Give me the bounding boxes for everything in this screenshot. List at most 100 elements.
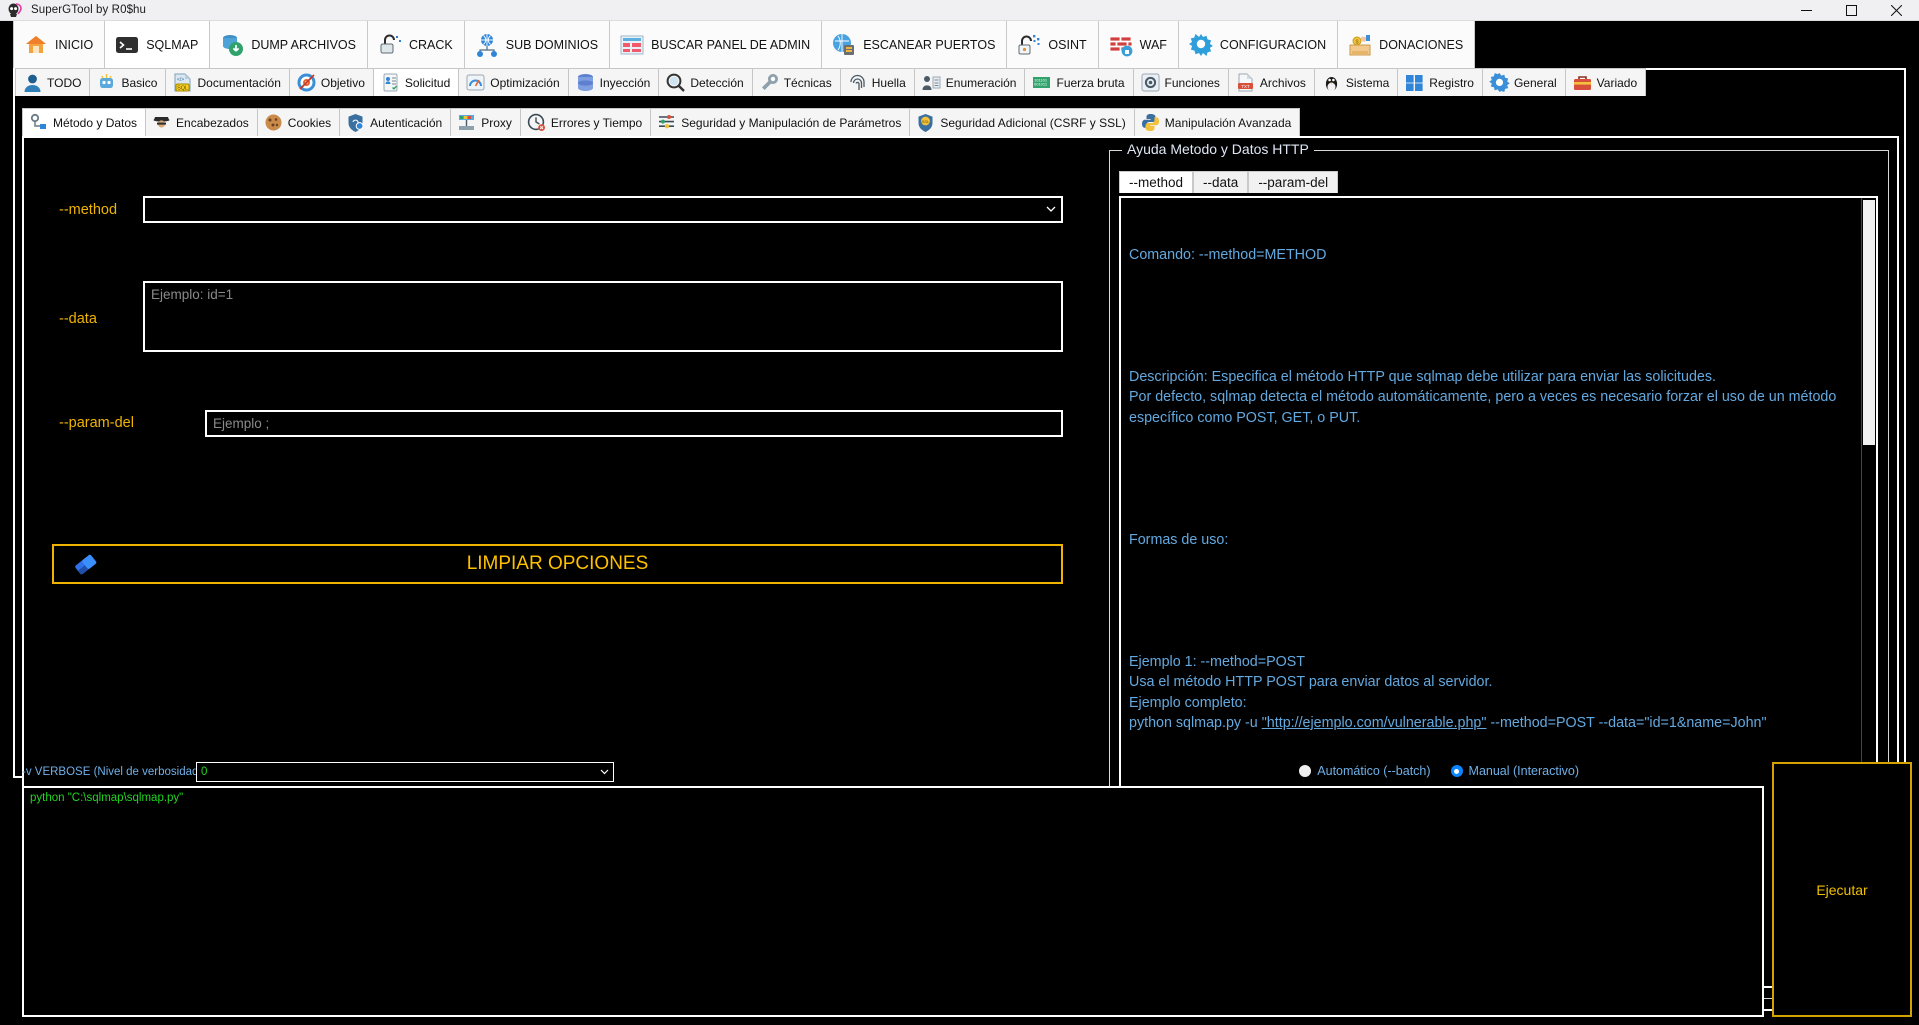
ribbon-item-escanear-puertos[interactable]: ESCANEAR PUERTOS xyxy=(822,21,1008,68)
python-icon xyxy=(1141,113,1160,132)
tab-registro[interactable]: Registro xyxy=(1398,68,1483,96)
subtab-autenticacion[interactable]: Autenticación xyxy=(340,108,452,136)
tab-variado[interactable]: Variado xyxy=(1565,68,1647,96)
svg-text:</>: </> xyxy=(177,77,184,83)
execute-button[interactable]: Ejecutar xyxy=(1772,762,1912,1017)
data-textarea[interactable]: Ejemplo: id=1 xyxy=(143,281,1063,352)
functions-gear-icon xyxy=(1140,72,1161,93)
subtab-label: Autenticación xyxy=(370,115,443,130)
subtab-proxy[interactable]: Proxy xyxy=(451,108,521,136)
minimize-icon[interactable] xyxy=(1784,0,1829,21)
tab-solicitud[interactable]: Solicitud xyxy=(373,68,460,96)
ribbon-item-dump-archivos[interactable]: DUMP ARCHIVOS xyxy=(210,21,368,68)
tab-funciones[interactable]: Funciones xyxy=(1133,68,1229,96)
ribbon-item-donaciones[interactable]: $ DONACIONES xyxy=(1338,21,1476,68)
help-tab-data[interactable]: --data xyxy=(1193,171,1249,193)
param-del-input[interactable]: Ejemplo ; xyxy=(205,410,1063,437)
tab-todo[interactable]: TODO xyxy=(15,68,91,96)
chevron-down-icon[interactable] xyxy=(1041,198,1061,221)
method-select[interactable] xyxy=(143,196,1063,223)
ribbon-item-waf[interactable]: WAF xyxy=(1098,21,1179,68)
method-data-icon xyxy=(29,113,48,132)
unlock-icon xyxy=(377,32,403,58)
verbose-select[interactable]: 0 xyxy=(196,762,614,782)
tab-label: Registro xyxy=(1429,75,1474,90)
tab-deteccion[interactable]: Detección xyxy=(659,68,753,96)
tab-huella[interactable]: Huella xyxy=(840,68,915,96)
method-label: --method xyxy=(59,202,118,218)
subtab-label: Errores y Tiempo xyxy=(550,115,643,130)
subtab-metodo-y-datos[interactable]: Método y Datos xyxy=(22,108,147,136)
tab-basico[interactable]: Basico xyxy=(90,68,167,96)
subtab-seguridad-parametros[interactable]: Seguridad y Manipulación de Parámetros xyxy=(651,108,911,136)
tab-label: Solicitud xyxy=(404,75,451,90)
tab-label: Objetivo xyxy=(320,75,365,90)
linux-penguin-icon xyxy=(1321,72,1342,93)
ribbon-label: DONACIONES xyxy=(1379,37,1464,52)
subtab-encabezados[interactable]: Encabezados xyxy=(146,108,258,136)
shield-fingerprint-icon xyxy=(346,113,365,132)
ribbon-label: ESCANEAR PUERTOS xyxy=(863,37,996,52)
osint-lock-icon xyxy=(1016,32,1042,58)
svg-text:TXT: TXT xyxy=(1241,84,1250,89)
param-del-label: --param-del xyxy=(59,415,134,431)
tab-tecnicas[interactable]: Técnicas xyxy=(752,68,841,96)
ribbon-item-buscar-panel-admin[interactable]: BUSCAR PANEL DE ADMIN xyxy=(610,21,823,68)
data-label: --data xyxy=(59,311,97,327)
app-skull-icon xyxy=(7,3,25,17)
radio-automatico[interactable]: Automático (--batch) xyxy=(1299,764,1431,778)
tab-label: Huella xyxy=(871,75,906,90)
tab-fuerza-bruta[interactable]: 101101 001011 Fuerza bruta xyxy=(1025,68,1134,96)
tab-documentacion[interactable]: </> SQL Documentación xyxy=(166,68,290,96)
radio-dot-automatico[interactable] xyxy=(1299,765,1312,777)
clear-options-button[interactable]: LIMPIAR OPCIONES xyxy=(52,544,1063,584)
verbose-row: -v VERBOSE (Nivel de verbosidad: 1-6): 0… xyxy=(22,762,1899,786)
help-gap-1 xyxy=(1129,306,1853,326)
ribbon-item-crack[interactable]: CRACK xyxy=(367,21,465,68)
radio-label-manual: Manual (Interactivo) xyxy=(1468,764,1579,778)
tab-label: Variado xyxy=(1596,75,1638,90)
help-scrollbar-thumb[interactable] xyxy=(1863,200,1875,445)
console-output[interactable]: python "C:\sqlmap\sqlmap.py" xyxy=(22,786,1764,1017)
ribbon-item-osint[interactable]: OSINT xyxy=(1007,21,1099,68)
svg-text:$: $ xyxy=(1356,39,1359,45)
radio-manual[interactable]: Manual (Interactivo) xyxy=(1450,764,1579,778)
tab-inyeccion[interactable]: Inyección xyxy=(568,68,660,96)
help-tab-param-del[interactable]: --param-del xyxy=(1248,171,1339,193)
file-icon: TXT xyxy=(1235,72,1256,93)
proxy-server-icon xyxy=(457,113,476,132)
ribbon-label: WAF xyxy=(1139,37,1167,52)
ribbon-item-sub-dominios[interactable]: SUB DOMINIOS xyxy=(464,21,611,68)
subtab-label: Cookies xyxy=(287,115,332,130)
tab-archivos[interactable]: TXT Archivos xyxy=(1228,68,1315,96)
help-example-link[interactable]: "http://ejemplo.com/vulnerable.php" xyxy=(1262,715,1487,731)
ribbon-item-sqlmap[interactable]: SQLMAP xyxy=(105,21,211,68)
clock-error-icon xyxy=(527,113,546,132)
subtab-cookies[interactable]: Cookies xyxy=(257,108,341,136)
target-icon xyxy=(296,72,317,93)
ribbon-label: CONFIGURACION xyxy=(1219,37,1327,52)
tab-label: Enumeración xyxy=(945,75,1017,90)
gear-icon xyxy=(1188,32,1214,58)
tab-general[interactable]: General xyxy=(1482,68,1566,96)
radio-dot-manual[interactable] xyxy=(1450,765,1463,777)
tab-label: Fuerza bruta xyxy=(1056,75,1125,90)
tab-sistema[interactable]: Sistema xyxy=(1314,68,1399,96)
help-tab-method[interactable]: --method xyxy=(1119,171,1194,193)
subtab-errores-y-tiempo[interactable]: Errores y Tiempo xyxy=(520,108,652,136)
module-tabs: TODO Basico </> SQL Documentación Objeti… xyxy=(15,68,1906,96)
tab-label: Técnicas xyxy=(783,75,832,90)
request-form-icon xyxy=(380,72,401,93)
chevron-down-icon[interactable] xyxy=(595,769,613,775)
subtab-manipulacion-avanzada[interactable]: Manipulación Avanzada xyxy=(1134,108,1301,136)
maximize-icon[interactable] xyxy=(1829,0,1874,21)
subtab-seguridad-adicional[interactable]: SSL Seguridad Adicional (CSRF y SSL) xyxy=(910,108,1135,136)
ribbon-item-configuracion[interactable]: CONFIGURACION xyxy=(1178,21,1339,68)
tab-enumeracion[interactable]: Enumeración xyxy=(914,68,1026,96)
ribbon-item-inicio[interactable]: INICIO xyxy=(13,21,106,68)
mode-radio-group: Automático (--batch) Manual (Interactivo… xyxy=(1299,764,1579,778)
verbose-value: 0 xyxy=(201,766,208,778)
tab-optimizacion[interactable]: Optimización xyxy=(459,68,569,96)
close-icon[interactable] xyxy=(1874,0,1919,21)
tab-objetivo[interactable]: Objetivo xyxy=(289,68,374,96)
